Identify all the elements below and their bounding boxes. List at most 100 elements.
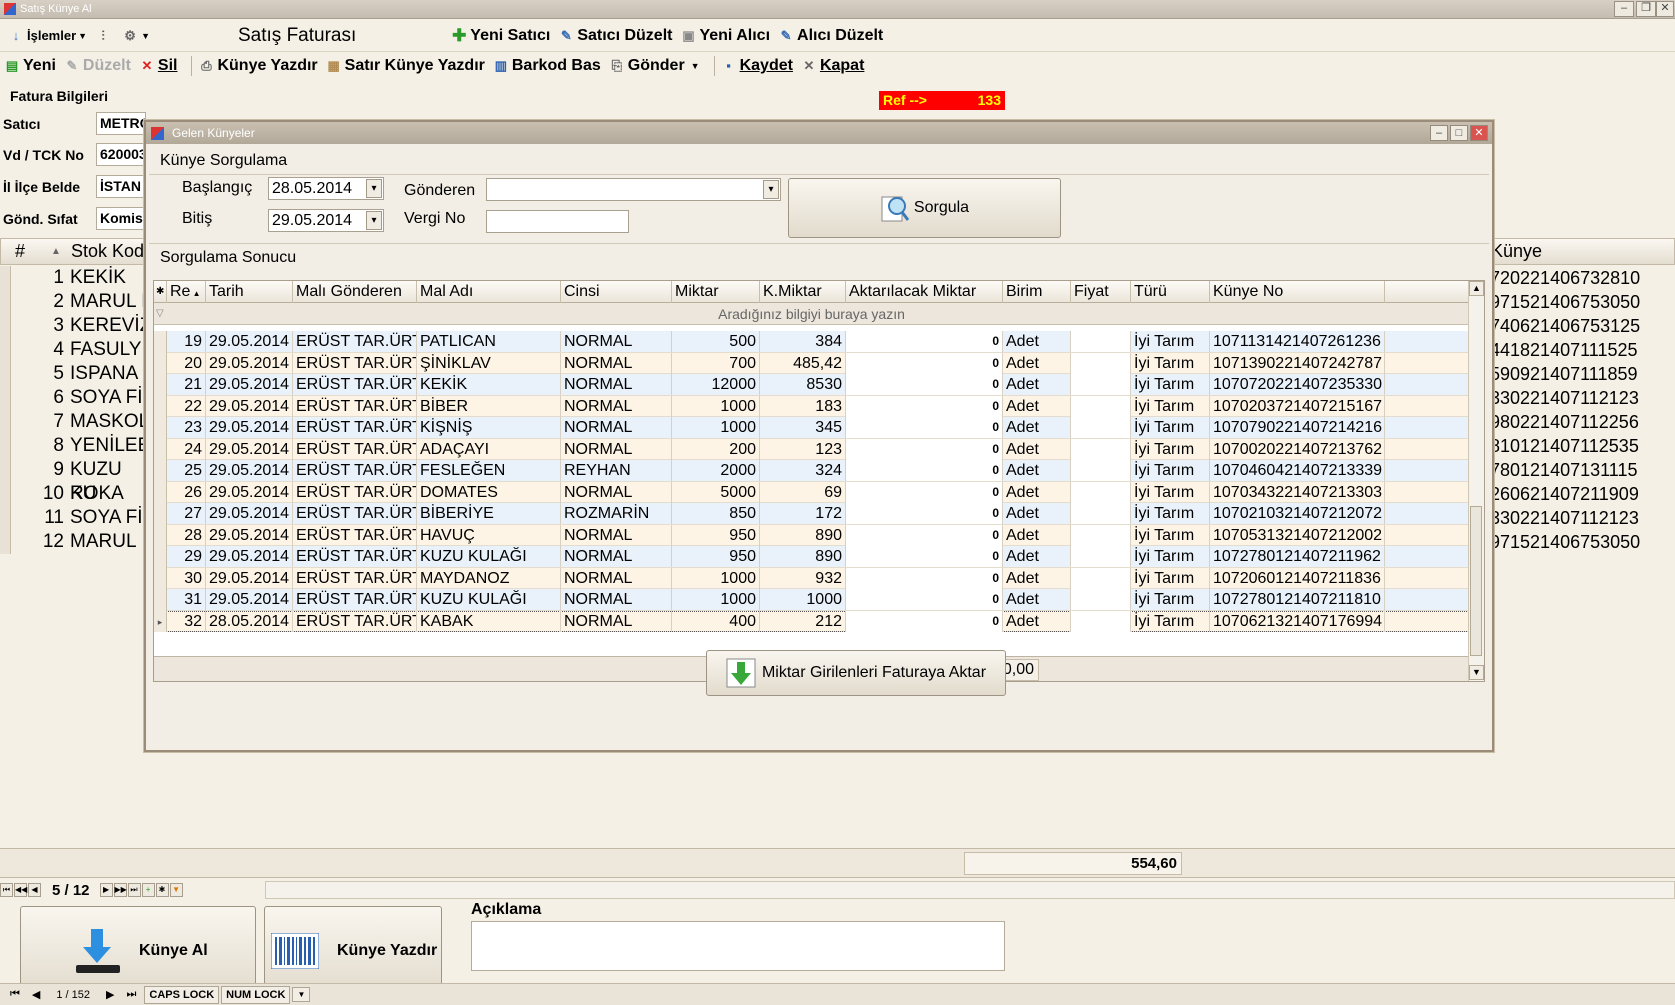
table-row[interactable]: 23 29.05.2014 ERÜST TAR.ÜRT. KİŞNİŞ NORMAL 10… <box>154 417 1469 439</box>
add-record-icon[interactable]: + <box>141 883 155 897</box>
table-row[interactable]: 20 29.05.2014 ERÜST TAR.ÜRT. ŞİNİKLAV NORMAL… <box>154 352 1469 374</box>
cell-aktar[interactable]: 0 <box>846 589 1003 610</box>
cell-fiyat[interactable] <box>1071 567 1131 589</box>
barkod-bas-button[interactable]: ▥ Barkod Bas <box>493 57 601 75</box>
cell-fiyat[interactable] <box>1071 524 1131 546</box>
cell-fiyat[interactable] <box>1071 460 1131 481</box>
scroll-up-icon[interactable]: ▲ <box>1469 281 1484 296</box>
cell-aktar[interactable]: 0 <box>846 395 1003 417</box>
cell-fiyat[interactable] <box>1071 395 1131 417</box>
bg-table-row[interactable]: 1 KEKİK <box>0 266 150 290</box>
next-record-icon[interactable]: ▶ <box>99 883 113 897</box>
table-row[interactable]: 28 29.05.2014 ERÜST TAR.ÜRT. HAVUÇ NORMAL 950… <box>154 524 1469 546</box>
restore-icon[interactable]: ❐ <box>1636 1 1656 17</box>
baslangic-date-input[interactable]: 28.05.2014 ▾ <box>268 177 384 200</box>
yeni-satici-button[interactable]: ✚ Yeni Satıcı <box>451 27 550 45</box>
vergi-no-input[interactable] <box>486 210 629 233</box>
table-row[interactable]: 19 29.05.2014 ERÜST TAR.ÜRT. PATLICAN NORMAL… <box>154 331 1469 353</box>
minimize-icon[interactable]: – <box>1430 125 1448 141</box>
alici-duzelt-button[interactable]: ✎ Alıcı Düzelt <box>778 27 884 45</box>
table-row[interactable]: ▸ 32 28.05.2014 ERÜST TAR.ÜRT. KABAK NORMAL 40… <box>154 610 1469 632</box>
table-row[interactable]: 25 29.05.2014 ERÜST TAR.ÜRT. FESLEĞEN REYHAN… <box>154 460 1469 482</box>
cell-aktar[interactable]: 0 <box>846 438 1003 460</box>
col-num[interactable]: # <box>15 239 25 264</box>
col-mal-adi[interactable]: Mal Adı <box>417 281 561 303</box>
chart-menu[interactable]: ⫶ <box>95 28 114 44</box>
cell-aktar[interactable]: 0 <box>846 352 1003 374</box>
col-aktarilacak-miktar[interactable]: Aktarılacak Miktar <box>846 281 1003 303</box>
kapat-button[interactable]: ✕ Kapat <box>801 57 865 75</box>
table-row[interactable]: 26 29.05.2014 ERÜST TAR.ÜRT. DOMATES NORMAL 5… <box>154 481 1469 503</box>
bg-table-row[interactable]: 8 YENİLEE <box>0 434 150 458</box>
cell-aktar[interactable]: 0 <box>846 503 1003 524</box>
col-re[interactable]: Re ▲ <box>167 281 206 303</box>
cell-aktar[interactable]: 0 <box>846 524 1003 546</box>
calendar-dropdown-icon[interactable]: ▾ <box>366 211 382 230</box>
next-page-icon[interactable]: ▶▶ <box>113 883 127 897</box>
cell-aktar[interactable]: 0 <box>846 460 1003 481</box>
settings-menu[interactable]: ⚙ ▼ <box>122 28 150 44</box>
bg-table-row[interactable]: 3 KEREVİZ <box>0 314 151 338</box>
filter-row[interactable]: ▽ Aradığınız bilgiyi buraya yazın <box>154 303 1469 325</box>
bg-table-row[interactable]: 7 MASKOL <box>0 410 150 434</box>
bitis-date-input[interactable]: 29.05.2014 ▾ <box>268 209 384 232</box>
prev-record-icon[interactable]: ◀ <box>28 883 41 897</box>
cell-fiyat[interactable] <box>1071 374 1131 395</box>
cell-fiyat[interactable] <box>1071 331 1131 352</box>
table-row[interactable]: 24 29.05.2014 ERÜST TAR.ÜRT. ADAÇAYI NORMAL 2… <box>154 438 1469 460</box>
islemler-menu[interactable]: ↓ İşlemler ▼ <box>8 28 87 44</box>
prev-page-icon[interactable]: ◀ <box>32 988 40 1001</box>
first-record-icon[interactable]: ⏮ <box>0 883 13 897</box>
bg-table-row[interactable]: 11 SOYA Fİ <box>0 506 150 530</box>
scroll-down-icon[interactable]: ▼ <box>1469 665 1484 680</box>
scroll-thumb[interactable] <box>1470 506 1482 656</box>
duzelt-button[interactable]: ✎ Düzelt <box>64 57 130 75</box>
close-icon[interactable]: ✕ <box>1656 1 1674 17</box>
col-birim[interactable]: Birim <box>1003 281 1071 303</box>
table-row[interactable]: 21 29.05.2014 ERÜST TAR.ÜRT. KEKİK NORMAL 120… <box>154 374 1469 396</box>
table-row[interactable]: 31 29.05.2014 ERÜST TAR.ÜRT. KUZU KULAĞI NOR… <box>154 589 1469 611</box>
bg-table-row[interactable]: 12 MARUL <box>0 530 150 554</box>
vd-field[interactable]: 620003 <box>96 143 146 166</box>
table-row[interactable]: 22 29.05.2014 ERÜST TAR.ÜRT. BİBER NORMAL 100… <box>154 395 1469 417</box>
col-cinsi[interactable]: Cinsi <box>561 281 672 303</box>
cell-fiyat[interactable] <box>1071 589 1131 610</box>
satir-kunye-yazdir-button[interactable]: ▦ Satır Künye Yazdır <box>326 57 485 75</box>
table-row[interactable]: 29 29.05.2014 ERÜST TAR.ÜRT. KUZU KULAĞI NOR… <box>154 546 1469 568</box>
cell-aktar[interactable]: 0 <box>846 374 1003 395</box>
sil-button[interactable]: ✕ Sil <box>139 57 177 75</box>
prev-page-icon[interactable]: ◀◀ <box>14 883 27 897</box>
cell-aktar[interactable]: 0 <box>846 331 1003 352</box>
cell-fiyat[interactable] <box>1071 417 1131 438</box>
col-miktar[interactable]: Miktar <box>672 281 760 303</box>
calendar-dropdown-icon[interactable]: ▾ <box>366 179 382 198</box>
table-row[interactable]: 30 29.05.2014 ERÜST TAR.ÜRT. MAYDANOZ NORMAL… <box>154 567 1469 589</box>
bg-table-row[interactable]: 10 ROKA <box>0 482 150 506</box>
cell-fiyat[interactable] <box>1071 610 1131 632</box>
satici-duzelt-button[interactable]: ✎ Satıcı Düzelt <box>558 27 673 45</box>
col-stok-kod[interactable]: Stok Kod <box>71 239 144 264</box>
yeni-button[interactable]: ▤ Yeni <box>4 57 56 75</box>
aciklama-textarea[interactable] <box>471 921 1005 971</box>
filter-icon[interactable]: ▼ <box>169 883 183 897</box>
bg-table-row[interactable]: 9 KUZU KU <box>0 458 150 504</box>
cell-aktar[interactable]: 0 <box>846 567 1003 589</box>
gonder-button[interactable]: ⎘ Gönder ▼ <box>609 57 700 75</box>
col-mali-gonderen[interactable]: Malı Gönderen <box>293 281 417 303</box>
minimize-icon[interactable]: – <box>1614 1 1634 17</box>
col-k-miktar[interactable]: K.Miktar <box>760 281 846 303</box>
satici-field[interactable]: METRO GROSMARKET Tİ.LTD.ŞTİ. <box>96 112 146 135</box>
ilce-field[interactable]: İSTAN <box>96 175 146 198</box>
table-row[interactable]: 27 29.05.2014 ERÜST TAR.ÜRT. BİBERİYE ROZMAR… <box>154 503 1469 525</box>
kunye-yazdir-button[interactable]: ⎙ Künye Yazdır <box>198 57 317 75</box>
cell-aktar[interactable]: 0 <box>846 417 1003 438</box>
next-page-icon[interactable]: ▶ <box>106 988 114 1001</box>
col-tarih[interactable]: Tarih <box>206 281 293 303</box>
bg-table-row[interactable]: 5 ISPANA <box>0 362 150 386</box>
cell-aktar[interactable]: 0 <box>846 481 1003 503</box>
col-turu[interactable]: Türü <box>1131 281 1210 303</box>
col-fiyat[interactable]: Fiyat <box>1071 281 1131 303</box>
last-page-icon[interactable]: ⏭ <box>126 988 136 1001</box>
bg-table-row[interactable]: 2 MARUL I <box>0 290 150 314</box>
cell-fiyat[interactable] <box>1071 546 1131 567</box>
